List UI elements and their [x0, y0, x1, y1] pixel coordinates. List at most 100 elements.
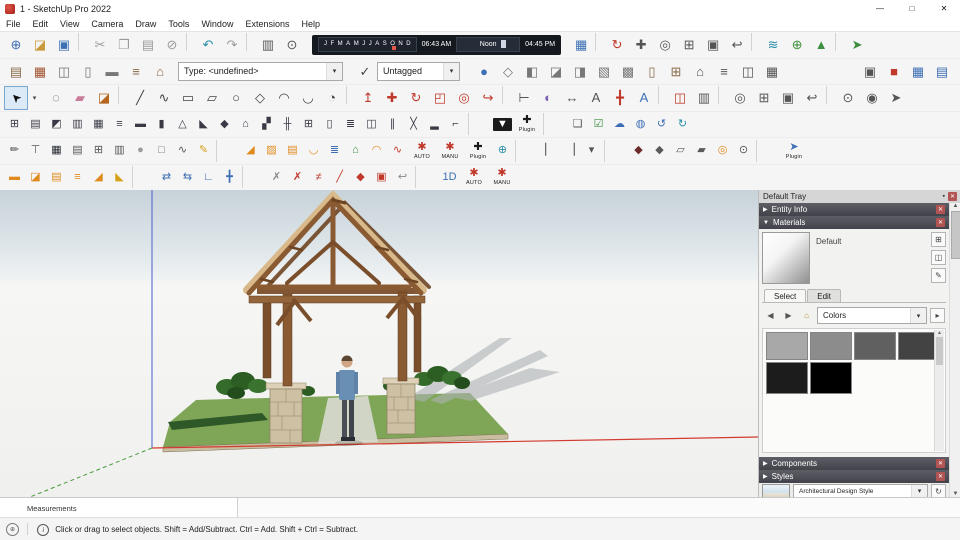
grid-add-icon[interactable]: ⊞ — [88, 140, 109, 162]
red-roof-icon[interactable]: ◆ — [350, 166, 371, 188]
cut-icon[interactable]: ✂ — [88, 33, 112, 57]
marker-pen-icon[interactable]: ✎ — [193, 140, 214, 162]
polygon-icon[interactable]: ◇ — [248, 86, 272, 110]
model-info-icon[interactable]: ⊙ — [280, 33, 304, 57]
beam-icon[interactable]: ▬ — [130, 113, 151, 135]
pin-icon[interactable]: ▪ — [943, 193, 945, 200]
entity-info-header[interactable]: ▶ Entity Info ✕ — [759, 203, 949, 216]
menu-view[interactable]: View — [54, 19, 85, 29]
gray-sphere-icon[interactable]: ● — [130, 140, 151, 162]
red-material-icon[interactable]: ■ — [882, 59, 906, 83]
gray-x-icon[interactable]: ✗ — [266, 166, 287, 188]
extrude-profile-icon[interactable]: ⌐ — [445, 113, 466, 135]
arc-icon[interactable]: ◠ — [272, 86, 296, 110]
styles-header[interactable]: ▶ Styles ✕ — [759, 470, 949, 483]
undo-icon[interactable]: ↶ — [196, 33, 220, 57]
color-swatch[interactable] — [766, 362, 808, 394]
solid-subtract-icon[interactable]: ◨ — [568, 59, 592, 83]
louvre-icon[interactable]: ≣ — [340, 113, 361, 135]
scroll-up-icon[interactable]: ▲ — [953, 203, 959, 209]
globe-small-icon[interactable]: ◍ — [630, 113, 651, 135]
zoom-extents-tool-icon[interactable]: ▣ — [776, 86, 800, 110]
color-swatch[interactable] — [854, 332, 896, 360]
shadow-time-thumb[interactable] — [501, 40, 507, 49]
corner-frame-icon[interactable]: ◩ — [46, 113, 67, 135]
dark-roof-icon[interactable]: ◆ — [628, 140, 649, 162]
components-header[interactable]: ▶ Components ✕ — [759, 457, 949, 470]
frame-tool-icon[interactable]: ◫ — [736, 59, 760, 83]
color-swatch[interactable] — [766, 332, 808, 360]
stud-wall-icon[interactable]: ▥ — [67, 113, 88, 135]
roof-tile-icon[interactable]: ▨ — [261, 140, 282, 162]
minimize-button[interactable]: — — [864, 0, 896, 17]
select-tool-dropdown[interactable]: ▾ — [29, 87, 40, 109]
brace-icon[interactable]: ╳ — [403, 113, 424, 135]
export-icon[interactable]: ➤ — [845, 33, 869, 57]
marked-box-icon[interactable]: ▣ — [371, 166, 392, 188]
select-tool-button[interactable]: ➤ — [4, 85, 28, 110]
one-d-icon[interactable]: 1D — [439, 166, 460, 188]
zoom-window-icon[interactable]: ⊞ — [677, 33, 701, 57]
position-camera-icon[interactable]: ⊙ — [836, 86, 860, 110]
roof-tool-icon[interactable]: ⌂ — [148, 59, 172, 83]
create-material-button[interactable]: ⊞ — [931, 232, 946, 247]
orbit-icon[interactable]: ↻ — [605, 33, 629, 57]
zoom-window-tool-icon[interactable]: ⊞ — [752, 86, 776, 110]
solid-trim-icon[interactable]: ▧ — [592, 59, 616, 83]
sandbox-icon[interactable]: ≋ — [761, 33, 785, 57]
post-icon[interactable]: ▮ — [151, 113, 172, 135]
shadow-settings-icon[interactable]: ▦ — [569, 33, 593, 57]
update-style-button[interactable]: ↻ — [931, 484, 946, 497]
torus-icon[interactable]: ◎ — [712, 140, 733, 162]
scroll-thumb[interactable] — [950, 211, 960, 259]
chevron-down-icon[interactable]: ▾ — [443, 62, 459, 80]
column-tool-icon[interactable]: ▯ — [76, 59, 100, 83]
wedge-icon[interactable]: ◢ — [88, 166, 109, 188]
gutter-icon[interactable]: ◡ — [303, 140, 324, 162]
cloud-icon[interactable]: ☁ — [609, 113, 630, 135]
cad-screen-icon[interactable]: ▦ — [46, 140, 67, 162]
chevron-down-icon[interactable]: ▾ — [910, 308, 926, 323]
previous-view-tool-icon[interactable]: ↩ — [800, 86, 824, 110]
mannequin-icon[interactable]: ⊙ — [733, 140, 754, 162]
add-location-icon[interactable]: ⊕ — [785, 33, 809, 57]
active-tag-dropdown[interactable]: Untagged ▾ — [377, 61, 460, 81]
spring-icon[interactable]: ∿ — [172, 140, 193, 162]
tray-close-button[interactable]: ✕ — [948, 192, 957, 201]
collection-details-button[interactable]: ▸ — [930, 308, 945, 323]
text-icon[interactable]: A — [584, 86, 608, 110]
chevron-down-icon[interactable]: ▾ — [911, 485, 927, 497]
rectangle-icon[interactable]: ▭ — [176, 86, 200, 110]
truss-icon[interactable]: △ — [172, 113, 193, 135]
red-x-icon[interactable]: ✗ — [287, 166, 308, 188]
ruler-grid-icon[interactable]: ⊞ — [4, 113, 25, 135]
rafter-icon[interactable]: ◣ — [193, 113, 214, 135]
zoom-icon[interactable]: ◎ — [653, 33, 677, 57]
column-grid-icon[interactable]: ▥ — [109, 140, 130, 162]
green-canopy-icon[interactable]: ⌂ — [345, 140, 366, 162]
look-around-icon[interactable]: ◉ — [860, 86, 884, 110]
sphere-tool-icon[interactable]: ● — [472, 59, 496, 83]
tape-measure-icon[interactable]: ⊢ — [512, 86, 536, 110]
in-model-button[interactable]: ⌂ — [799, 309, 814, 322]
wall-frame-icon[interactable]: ▤ — [25, 113, 46, 135]
previous-view-icon[interactable]: ↩ — [725, 33, 749, 57]
color-swatch[interactable] — [810, 362, 852, 394]
scale-icon[interactable]: ◰ — [428, 86, 452, 110]
copy-icon[interactable]: ❐ — [112, 33, 136, 57]
rotate-icon[interactable]: ↻ — [404, 86, 428, 110]
layout-table-icon[interactable]: ▤ — [930, 59, 954, 83]
new-icon[interactable]: ⊕ — [4, 33, 28, 57]
thin-column2-icon[interactable]: ▕ — [560, 140, 581, 162]
download-plugin-icon[interactable]: ▼ — [492, 113, 513, 135]
folded-sheet-icon[interactable]: ◪ — [25, 166, 46, 188]
blinds-icon[interactable]: ▤ — [67, 140, 88, 162]
pan-icon[interactable]: ✚ — [629, 33, 653, 57]
back-button[interactable]: ◀ — [763, 309, 778, 322]
sheet-icon[interactable]: ▬ — [4, 166, 25, 188]
auto-mode-icon[interactable]: ✱ AUTO — [408, 140, 436, 162]
scroll-up-icon[interactable]: ▲ — [937, 330, 942, 336]
freehand-icon[interactable]: ∿ — [152, 86, 176, 110]
brick-tool-icon[interactable]: ▦ — [28, 59, 52, 83]
walk-icon[interactable]: ➤ — [884, 86, 908, 110]
